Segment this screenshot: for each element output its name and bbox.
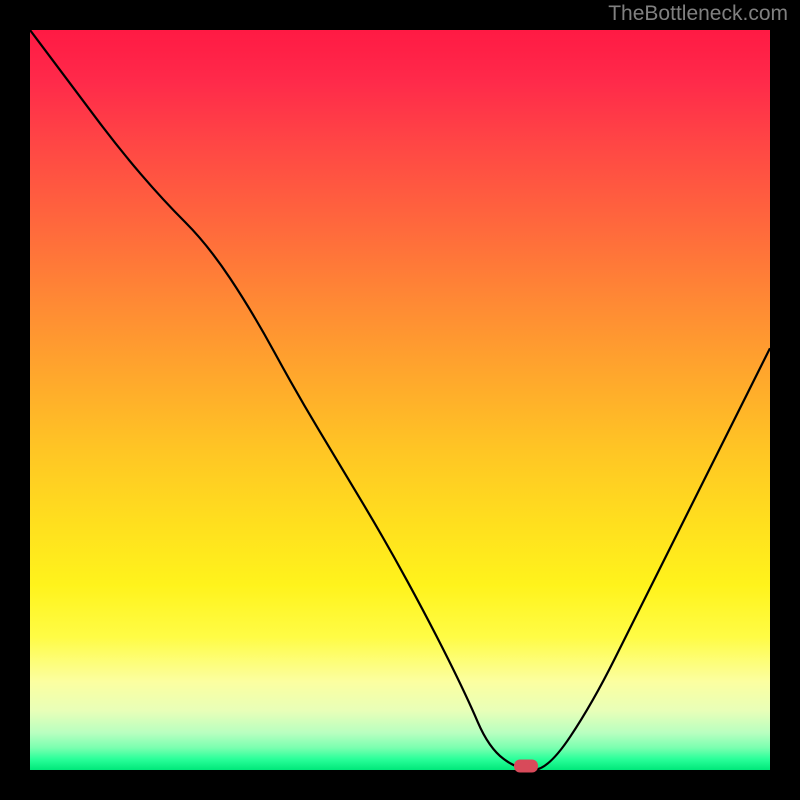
chart-plot-area — [30, 30, 770, 770]
watermark-text: TheBottleneck.com — [608, 2, 788, 26]
bottleneck-curve — [30, 30, 770, 770]
optimal-marker — [514, 760, 538, 773]
